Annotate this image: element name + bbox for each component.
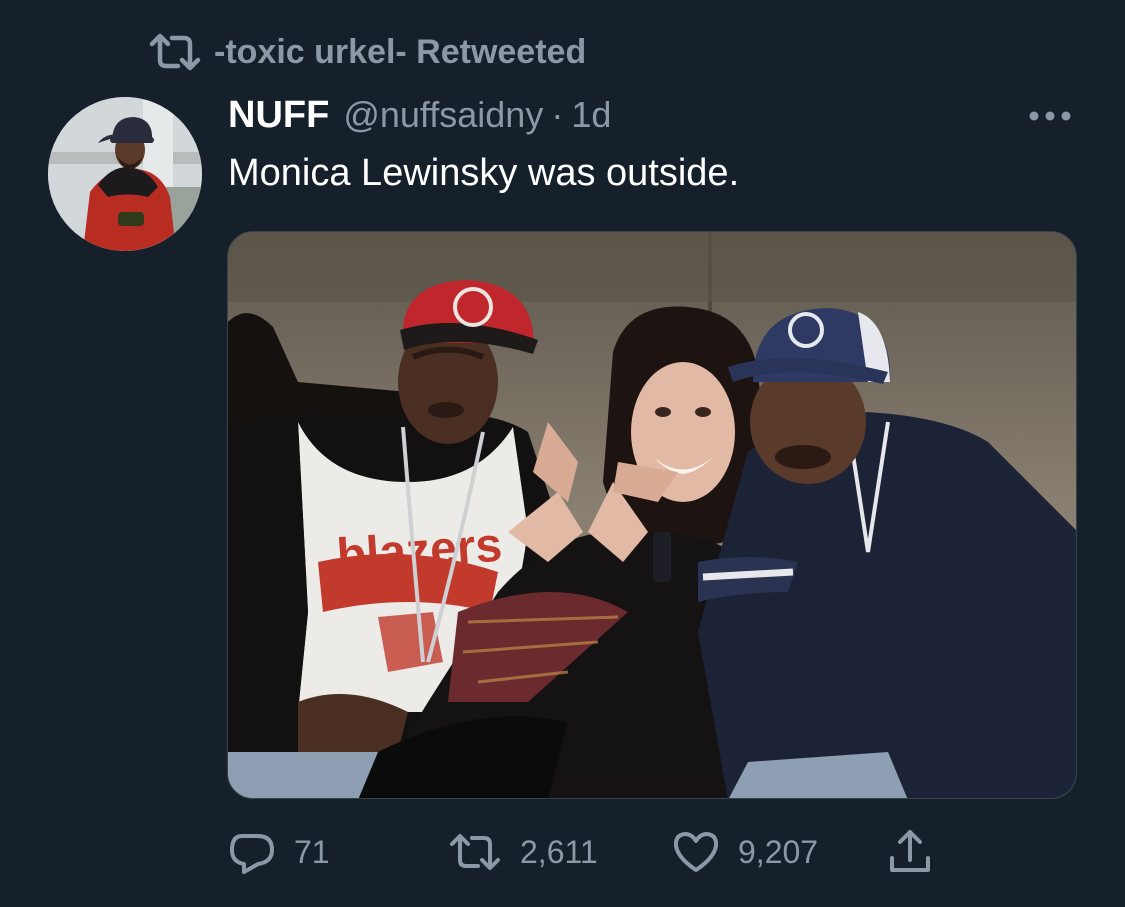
avatar-image xyxy=(48,97,202,251)
share-button[interactable] xyxy=(888,824,932,880)
tweet-actions: 71 2,611 9,207 xyxy=(228,824,948,880)
tweet-timestamp[interactable]: 1d xyxy=(571,94,611,136)
tweet-media[interactable]: blazers xyxy=(227,231,1077,799)
tweet-header: NUFF @nuffsaidny · 1d xyxy=(228,94,611,144)
retweet-button[interactable]: 2,611 xyxy=(448,824,598,880)
share-icon xyxy=(890,830,930,872)
media-photo: blazers xyxy=(228,232,1076,798)
author-name[interactable]: NUFF xyxy=(228,94,329,137)
tweet-page: -toxic urkel- Retweeted NUFF @nuffsaidny… xyxy=(0,0,1125,907)
retweet-count: 2,611 xyxy=(520,833,598,870)
like-count: 9,207 xyxy=(738,833,819,870)
more-horizontal-icon xyxy=(1029,111,1071,121)
retweet-banner[interactable]: -toxic urkel- Retweeted xyxy=(148,30,586,74)
retweet-banner-text: -toxic urkel- Retweeted xyxy=(214,32,587,71)
retweet-icon xyxy=(149,33,201,71)
retweet-icon xyxy=(450,834,500,870)
more-options-button[interactable] xyxy=(1026,100,1074,132)
reply-icon xyxy=(230,834,274,874)
reply-count: 71 xyxy=(294,833,330,870)
separator-dot: · xyxy=(551,94,564,135)
heart-icon xyxy=(673,832,719,872)
avatar[interactable] xyxy=(48,97,202,251)
like-button[interactable]: 9,207 xyxy=(672,824,818,880)
reply-button[interactable]: 71 xyxy=(228,824,330,880)
author-handle[interactable]: @nuffsaidny xyxy=(343,94,543,136)
tweet-text: Monica Lewinsky was outside. xyxy=(228,152,740,194)
